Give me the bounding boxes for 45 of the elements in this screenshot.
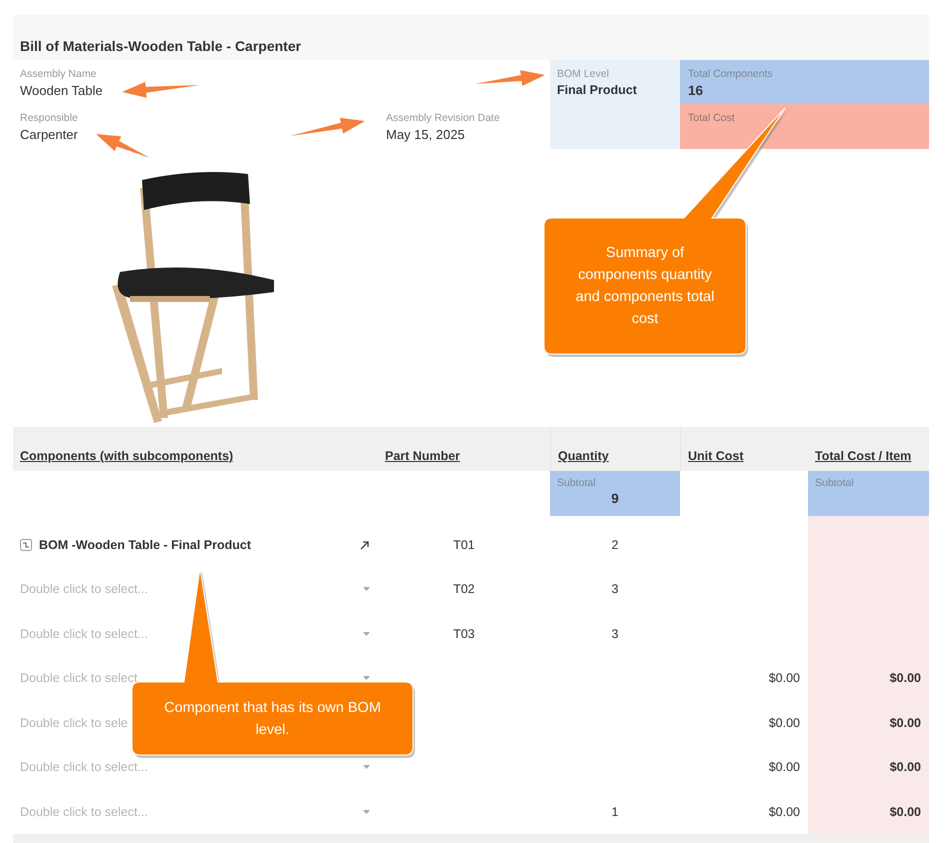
total-cost-cell: $0.00 <box>808 745 929 790</box>
column-header[interactable]: Part Number <box>385 449 460 463</box>
quantity-value: 3 <box>612 582 618 596</box>
pointer-arrow <box>475 70 545 86</box>
part-number: T03 <box>453 626 475 641</box>
field-label: Total Components <box>688 68 774 80</box>
callout-text: Summary of components quantity and components total cost <box>574 244 716 329</box>
subtotal-label: Subtotal <box>557 477 597 489</box>
subtotal-label: Subtotal <box>815 477 855 489</box>
field-value: Wooden Table <box>20 83 103 98</box>
unit-cost: $0.00 <box>768 804 800 819</box>
dropdown-caret-icon[interactable] <box>363 632 370 636</box>
part-number: T01 <box>453 538 475 552</box>
dropdown-caret-icon[interactable] <box>363 810 370 814</box>
field-label: Total Cost <box>688 112 736 124</box>
field-label: Responsible <box>20 112 79 124</box>
column-header[interactable]: Quantity <box>558 449 609 463</box>
component-name[interactable]: BOM -Wooden Table - Final Product <box>39 538 252 552</box>
field-value: Final Product <box>557 83 637 97</box>
subtotal-value: 9 <box>610 491 620 506</box>
dropdown-caret-icon[interactable] <box>363 587 370 592</box>
unit-cost: $0.00 <box>768 760 800 774</box>
callout-text: Component that has its own BOM level. <box>163 698 382 740</box>
unit-cost: $0.00 <box>768 716 800 730</box>
dropdown-caret-icon[interactable] <box>363 765 370 770</box>
quantity-value: 3 <box>612 626 618 641</box>
unit-cost: $0.00 <box>768 671 800 686</box>
field-label: Assembly Name <box>20 68 98 80</box>
quantity-value: 2 <box>612 538 618 552</box>
field-value: May 15, 2025 <box>386 127 465 142</box>
dropdown-caret-icon[interactable] <box>363 676 370 680</box>
total-cost-cell: $0.00 <box>808 790 929 834</box>
column-header[interactable]: Unit Cost <box>688 449 744 463</box>
field-label: BOM Level <box>557 68 610 80</box>
field-label: Assembly Revision Date <box>386 112 501 124</box>
total-cost-cell: $0.00 <box>808 656 929 700</box>
part-number: T02 <box>453 582 475 596</box>
field-value: 16 <box>688 83 704 98</box>
pointer-arrow <box>96 134 150 158</box>
field-value: Carpenter <box>20 127 78 142</box>
quantity-value: 1 <box>612 804 618 819</box>
page-title: Bill of Materials-Wooden Table - Carpenter <box>13 15 929 60</box>
open-link-icon[interactable] <box>360 540 369 550</box>
column-header[interactable]: Components (with subcomponents) <box>20 449 234 463</box>
total-cost-cell: $0.00 <box>808 700 929 745</box>
